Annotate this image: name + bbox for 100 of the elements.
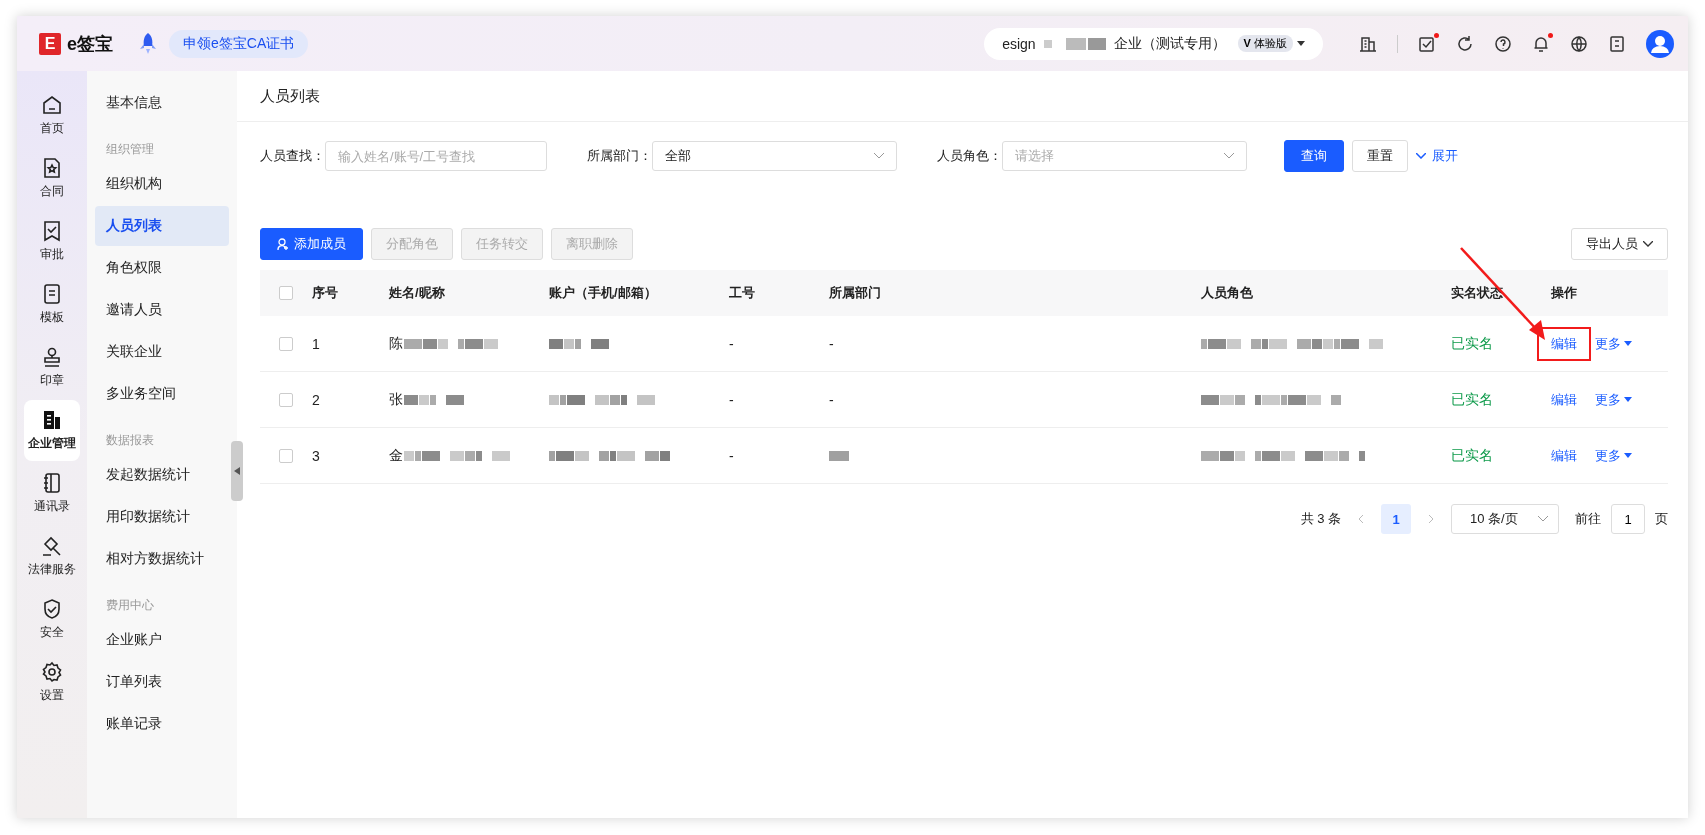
section-heading: 组织管理 xyxy=(105,141,155,158)
page-number[interactable]: 1 xyxy=(1381,504,1411,534)
menu-item[interactable]: 订单列表 xyxy=(95,662,229,702)
rail-item[interactable]: 印章 xyxy=(24,337,80,398)
rail-item[interactable]: 首页 xyxy=(24,85,80,146)
legal-icon xyxy=(41,535,63,557)
rail-item[interactable]: 审批 xyxy=(24,211,80,272)
row-checkbox[interactable] xyxy=(279,448,293,463)
edit-link[interactable]: 编辑 xyxy=(1539,328,1589,359)
rail-item[interactable]: 安全 xyxy=(24,589,80,650)
row-checkbox[interactable] xyxy=(279,392,293,407)
logo: e签宝 xyxy=(67,32,113,56)
filter-label: 所属部门： xyxy=(587,147,652,165)
table-cell-text: 1 xyxy=(312,335,321,352)
table-cell: - xyxy=(829,335,834,352)
chevron-down-icon xyxy=(1538,516,1548,522)
approve-icon xyxy=(41,220,63,242)
select-all-checkbox[interactable] xyxy=(279,286,293,300)
contacts-icon xyxy=(41,472,63,494)
page-input[interactable]: 1 xyxy=(1611,504,1645,534)
refresh-icon[interactable] xyxy=(1456,34,1474,53)
rail-item[interactable]: 通讯录 xyxy=(24,463,80,524)
action-button[interactable]: 添加成员 xyxy=(260,228,363,260)
organization-name: 企业（测试专用） xyxy=(1113,34,1226,53)
rail-item[interactable]: 法律服务 xyxy=(24,526,80,587)
menu-item[interactable]: 人员列表 xyxy=(95,206,229,246)
bell-icon[interactable] xyxy=(1532,34,1550,53)
help-icon[interactable] xyxy=(1494,34,1512,53)
more-link[interactable]: 更多 xyxy=(1595,446,1632,465)
caret-icon xyxy=(1297,40,1305,47)
chevron-down-icon xyxy=(1416,153,1426,159)
table-cell-text: 2 xyxy=(312,391,321,408)
query-button[interactable]: 查询 xyxy=(1284,140,1344,172)
menu-item[interactable]: 邀请人员 xyxy=(95,290,229,330)
page-suffix: 页 xyxy=(1655,510,1668,528)
table-cell-text: - xyxy=(729,391,735,408)
menu-item[interactable]: 基本信息 xyxy=(95,83,229,123)
menu-item[interactable]: 多业务空间 xyxy=(95,374,229,414)
expand-link[interactable]: 展开 xyxy=(1416,147,1458,165)
company-icon xyxy=(41,409,63,431)
table-cell-text: 3 xyxy=(312,447,321,464)
column-header: 操作 xyxy=(1551,284,1578,302)
menu-item[interactable]: 账单记录 xyxy=(95,704,229,744)
column-header: 工号 xyxy=(729,284,756,302)
column-header: 序号 xyxy=(312,284,339,302)
menu-item[interactable]: 相对方数据统计 xyxy=(95,539,229,579)
table-cell-text: - xyxy=(729,447,735,464)
column-header: 账户（手机/邮箱） xyxy=(549,284,658,302)
menu-item[interactable]: 用印数据统计 xyxy=(95,497,229,537)
add-user-icon xyxy=(277,237,289,251)
column-header: 姓名/昵称 xyxy=(389,284,446,302)
reset-button[interactable]: 重置 xyxy=(1352,140,1408,172)
chevron-down-icon xyxy=(1643,241,1653,247)
edit-link[interactable]: 编辑 xyxy=(1551,446,1577,465)
logo-mark: E xyxy=(39,32,61,55)
more-link[interactable]: 更多 xyxy=(1595,390,1632,409)
redacted-drawing xyxy=(404,392,465,407)
collapse-handle[interactable] xyxy=(231,441,243,501)
ca-certificate-button[interactable]: 申领e签宝CA证书 xyxy=(169,29,309,58)
seal-icon xyxy=(41,346,63,368)
caret-icon xyxy=(1624,340,1632,347)
export-button[interactable]: 导出人员 xyxy=(1571,228,1668,260)
rail-item[interactable]: 企业管理 xyxy=(24,400,80,461)
dropdown-field[interactable]: 全部 xyxy=(652,141,897,171)
avatar-icon[interactable] xyxy=(1646,29,1674,58)
chevron-down-icon xyxy=(874,153,884,159)
status-text: 已实名 xyxy=(1451,390,1494,409)
row-checkbox[interactable] xyxy=(279,336,293,351)
search-field[interactable]: 输入姓名/账号/工号查找 xyxy=(325,141,547,171)
column-header: 所属部门 xyxy=(829,284,882,302)
task-icon[interactable] xyxy=(1418,34,1436,53)
table-cell: 张 xyxy=(389,390,403,409)
globe-icon[interactable] xyxy=(1570,34,1588,53)
chevron-down-icon xyxy=(1224,153,1234,159)
edit-link[interactable]: 编辑 xyxy=(1551,390,1577,409)
menu-item[interactable]: 发起数据统计 xyxy=(95,455,229,495)
more-link[interactable]: 更多 xyxy=(1595,334,1632,353)
table-cell: 金 xyxy=(389,446,403,465)
rail-item[interactable]: 设置 xyxy=(24,652,80,713)
rail-item[interactable]: 合同 xyxy=(24,148,80,209)
filter-label: 人员查找： xyxy=(260,147,325,165)
contract-icon xyxy=(41,157,63,179)
caret-icon xyxy=(1624,396,1632,403)
filter-label: 人员角色： xyxy=(937,147,1002,165)
menu-item[interactable]: 组织机构 xyxy=(95,164,229,204)
redacted-drawing xyxy=(549,336,610,351)
page-size-dropdown[interactable]: 10 条/页 xyxy=(1451,504,1559,534)
building-icon[interactable] xyxy=(1359,34,1377,53)
status-text: 已实名 xyxy=(1451,334,1494,353)
rail-item[interactable]: 模板 xyxy=(24,274,80,335)
organization-switcher[interactable]: esign 企业（测试专用） V 体验版 xyxy=(984,27,1323,60)
section-heading: 数据报表 xyxy=(105,432,155,449)
section-heading: 费用中心 xyxy=(105,597,155,614)
menu-item[interactable]: 角色权限 xyxy=(95,248,229,288)
template-icon xyxy=(41,283,63,305)
caret-icon xyxy=(1624,452,1632,459)
page-title: 人员列表 xyxy=(237,71,1688,122)
menu-item[interactable]: 关联企业 xyxy=(95,332,229,372)
menu-item[interactable]: 企业账户 xyxy=(95,620,229,660)
table-cell: - xyxy=(829,391,834,408)
